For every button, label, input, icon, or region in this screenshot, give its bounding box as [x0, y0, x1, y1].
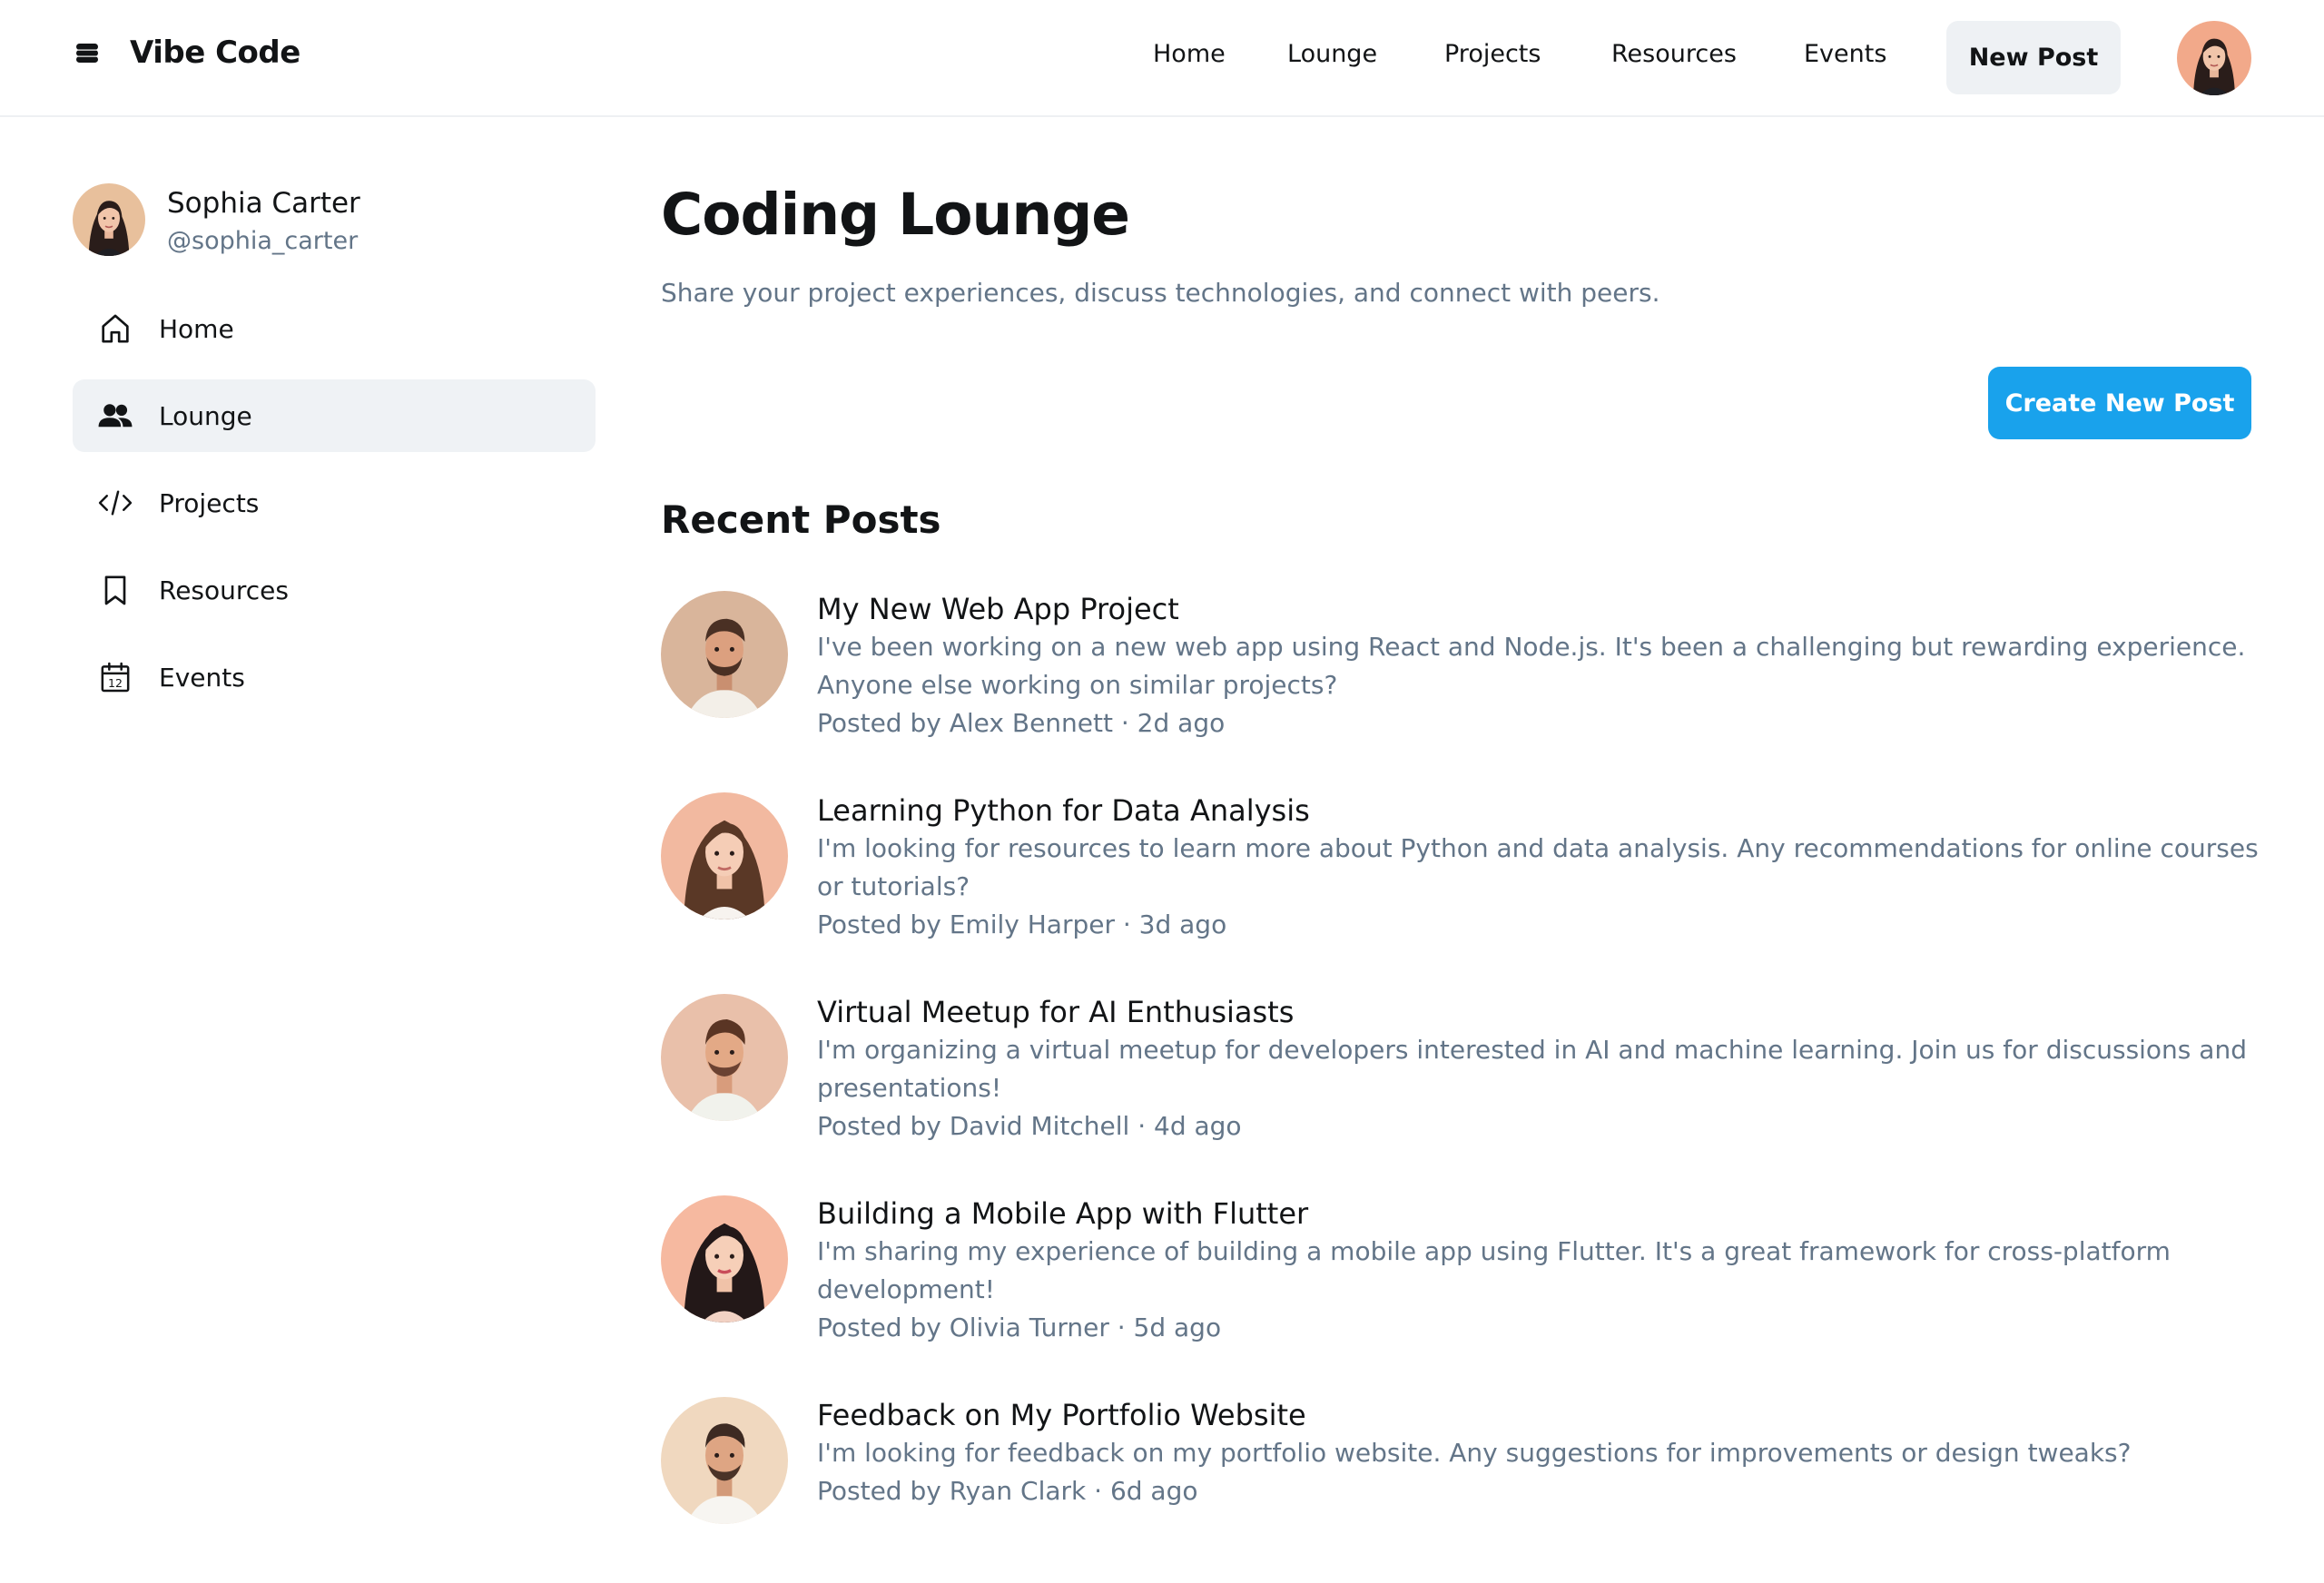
man-avatar-icon	[661, 1397, 788, 1524]
profile-avatar[interactable]	[73, 183, 145, 256]
post-meta: Posted by Emily Harper · 3d ago	[817, 909, 1227, 939]
post-title[interactable]: My New Web App Project	[817, 590, 2270, 628]
brand[interactable]: Vibe Code	[73, 34, 300, 71]
sidebar-item-label: Home	[159, 313, 234, 344]
svg-text:12: 12	[108, 676, 123, 690]
man-avatar-icon	[661, 591, 788, 718]
nav-home[interactable]: Home	[1153, 40, 1226, 68]
post-body: Learning Python for Data Analysis I'm lo…	[817, 792, 2270, 944]
home-icon	[97, 310, 133, 347]
section-title: Recent Posts	[661, 497, 941, 542]
woman-avatar-icon	[661, 792, 788, 919]
page-subtitle: Share your project experiences, discuss …	[661, 278, 1660, 308]
calendar-icon: 12	[97, 659, 133, 695]
users-icon	[97, 398, 133, 434]
post-title[interactable]: Building a Mobile App with Flutter	[817, 1195, 2270, 1233]
top-header: Vibe Code Home Lounge Projects Resources…	[0, 0, 2324, 117]
nav-resources[interactable]: Resources	[1611, 40, 1737, 68]
post-author-avatar[interactable]	[661, 1195, 788, 1322]
post-author-avatar[interactable]	[661, 792, 788, 919]
post-body: Virtual Meetup for AI Enthusiasts I'm or…	[817, 994, 2270, 1145]
nav-lounge[interactable]: Lounge	[1287, 40, 1377, 68]
woman-avatar-icon	[73, 183, 145, 256]
post-author-avatar[interactable]	[661, 994, 788, 1121]
post-text: I'm looking for feedback on my portfolio…	[817, 1438, 2132, 1468]
brand-name: Vibe Code	[130, 34, 300, 71]
create-new-post-button[interactable]: Create New Post	[1988, 367, 2251, 439]
sidebar-item-home[interactable]: Home	[73, 292, 596, 365]
post-text: I've been working on a new web app using…	[817, 632, 2246, 700]
new-post-button[interactable]: New Post	[1946, 21, 2121, 94]
sidebar-item-events[interactable]: 12 Events	[73, 641, 596, 713]
sidebar-item-lounge[interactable]: Lounge	[73, 379, 596, 452]
post-body: Building a Mobile App with Flutter I'm s…	[817, 1195, 2270, 1347]
woman-avatar-icon	[2177, 21, 2251, 95]
post-meta: Posted by Olivia Turner · 5d ago	[817, 1313, 1222, 1342]
profile-name: Sophia Carter	[167, 187, 360, 220]
sidebar-item-projects[interactable]: Projects	[73, 467, 596, 539]
profile-handle: @sophia_carter	[167, 227, 359, 255]
nav-events[interactable]: Events	[1804, 40, 1886, 68]
sidebar-item-label: Projects	[159, 487, 260, 518]
nav-projects[interactable]: Projects	[1444, 40, 1541, 68]
post-meta: Posted by Ryan Clark · 6d ago	[817, 1476, 1198, 1506]
sidebar-item-label: Resources	[159, 575, 289, 605]
post-meta: Posted by David Mitchell · 4d ago	[817, 1111, 1242, 1141]
bookmark-icon	[97, 572, 133, 608]
post-author-avatar[interactable]	[661, 1397, 788, 1524]
post-text: I'm organizing a virtual meetup for deve…	[817, 1035, 2247, 1103]
post-author-avatar[interactable]	[661, 591, 788, 718]
post-body: Feedback on My Portfolio Website I'm loo…	[817, 1397, 2270, 1510]
post-title[interactable]: Virtual Meetup for AI Enthusiasts	[817, 993, 2270, 1031]
post-body: My New Web App Project I've been working…	[817, 591, 2270, 742]
sidebar-item-label: Lounge	[159, 400, 252, 431]
brand-logo-icon	[76, 44, 98, 63]
post-meta: Posted by Alex Bennett · 2d ago	[817, 708, 1226, 738]
user-avatar[interactable]	[2177, 21, 2251, 95]
post-title[interactable]: Learning Python for Data Analysis	[817, 792, 2270, 830]
post-title[interactable]: Feedback on My Portfolio Website	[817, 1396, 2270, 1434]
sidebar-item-label: Events	[159, 662, 245, 693]
woman-avatar-icon	[661, 1195, 788, 1322]
sidebar-item-resources[interactable]: Resources	[73, 554, 596, 626]
man-avatar-icon	[661, 994, 788, 1121]
post-text: I'm looking for resources to learn more …	[817, 833, 2259, 901]
page-title: Coding Lounge	[661, 182, 1130, 248]
code-icon	[97, 485, 133, 521]
post-text: I'm sharing my experience of building a …	[817, 1236, 2171, 1304]
